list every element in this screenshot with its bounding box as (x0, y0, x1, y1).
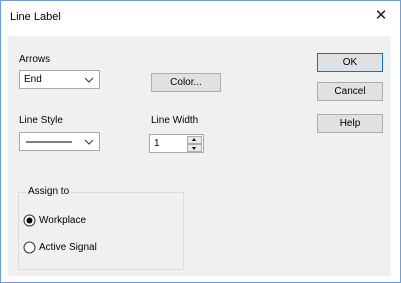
caret-up-icon (192, 138, 196, 141)
line-width-spinner[interactable]: 1 (149, 134, 204, 153)
chevron-down-icon (84, 77, 94, 83)
help-button[interactable]: Help (317, 114, 383, 133)
title-bar: Line Label ✕ (1, 1, 400, 35)
line-width-value: 1 (154, 138, 160, 149)
cancel-button[interactable]: Cancel (317, 82, 383, 101)
arrows-select[interactable]: End (19, 70, 100, 89)
radio-workplace[interactable] (23, 214, 36, 227)
solid-line-icon (26, 141, 72, 143)
arrows-selected-value: End (24, 74, 42, 85)
assign-to-label: Assign to (26, 186, 72, 197)
ok-button[interactable]: OK (317, 53, 383, 72)
caret-down-icon (192, 147, 196, 150)
close-icon[interactable]: ✕ (372, 7, 390, 25)
color-button[interactable]: Color... (151, 73, 221, 92)
line-style-label: Line Style (19, 115, 63, 126)
spin-up-button[interactable] (187, 136, 202, 144)
radio-active-signal-label[interactable]: Active Signal (39, 242, 97, 253)
spin-down-button[interactable] (187, 144, 202, 152)
spinner-arrows (187, 136, 202, 152)
radio-active-signal[interactable] (23, 241, 36, 254)
dialog-content: Arrows End Color... Line Style Line Widt… (8, 36, 391, 276)
line-style-select[interactable] (19, 132, 100, 151)
chevron-down-icon (84, 139, 94, 145)
line-width-label: Line Width (151, 115, 199, 126)
assign-to-group (18, 192, 184, 270)
radio-workplace-label[interactable]: Workplace (39, 215, 86, 226)
window-title: Line Label (10, 11, 61, 23)
arrows-label: Arrows (19, 54, 51, 65)
